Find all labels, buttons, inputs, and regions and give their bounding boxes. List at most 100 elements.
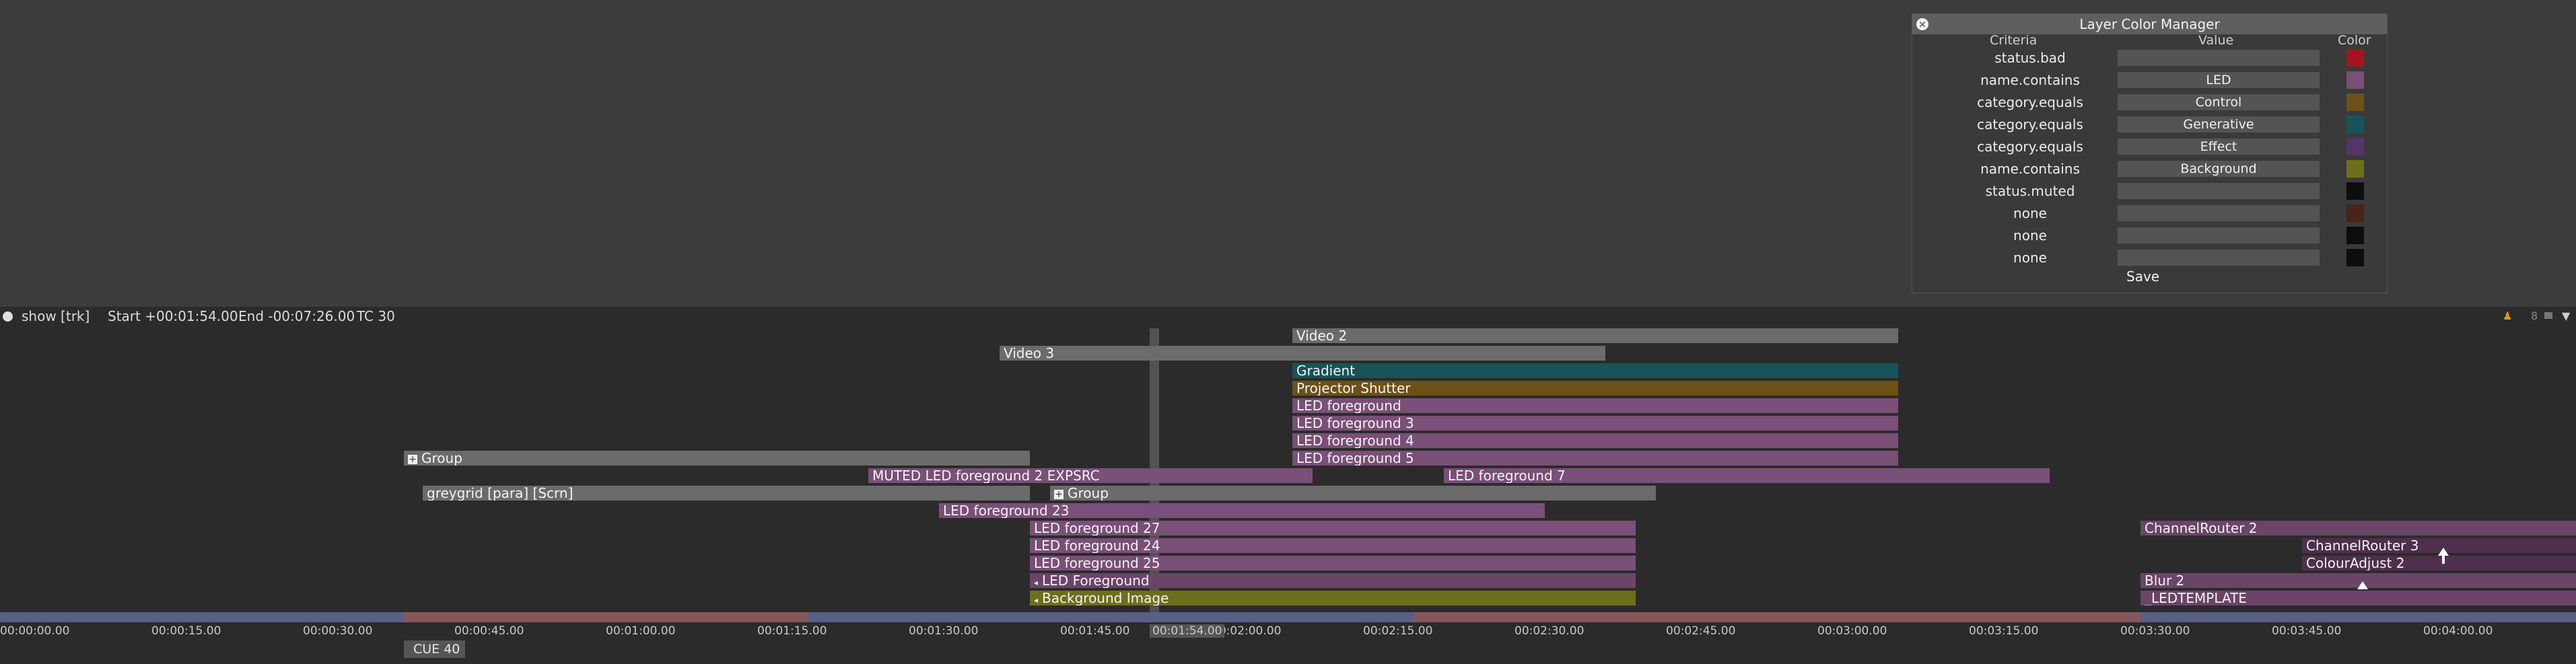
value-field[interactable]: Generative (2118, 116, 2320, 133)
panel-title: Layer Color Manager (1912, 14, 2387, 34)
ruler-tick-label: 00:03:15.00 (1969, 624, 2039, 638)
layer-greygrid[interactable]: greygrid [para] [Scrn] (423, 486, 1030, 501)
layer-group-1[interactable]: + Group (404, 451, 1030, 466)
value-header: Value (2198, 33, 2234, 48)
color-swatch[interactable] (2346, 249, 2364, 266)
color-rule-row: none (1912, 202, 2387, 225)
layer-colouradjust-2[interactable]: ColourAdjust 2 (2302, 556, 2576, 570)
color-rule-row: none (1912, 247, 2387, 269)
criteria-field[interactable]: category.equals (1933, 114, 2128, 136)
ruler-tick-label: 00:03:45.00 (2272, 624, 2342, 638)
expand-icon[interactable]: + (1054, 489, 1064, 499)
color-rule-row: category.equals Control (1912, 91, 2387, 114)
ruler-tick-label: 00:03:30.00 (2120, 624, 2190, 638)
color-swatch[interactable] (2346, 138, 2364, 155)
chevron-left-icon: ◂ (1034, 578, 1039, 587)
value-field[interactable] (2118, 205, 2320, 221)
value-field[interactable]: Control (2118, 94, 2320, 110)
timecode: TC 30 (357, 308, 395, 324)
arrow-up-icon (2357, 581, 2368, 589)
ruler-tick-label: 00:01:30.00 (909, 624, 979, 638)
ruler-band (0, 612, 404, 622)
end-time: End -00:07:26.00 (238, 308, 355, 324)
ruler-tick-label: 00:02:15.00 (1363, 624, 1433, 638)
criteria-field[interactable]: name.contains (1933, 158, 2128, 180)
layer-led-foreground-27[interactable]: LED foreground 27 (1030, 521, 1636, 536)
ruler-tick-label: 00:04:00.00 (2423, 624, 2493, 638)
value-field[interactable]: Effect (2118, 139, 2320, 155)
layer-ledtemplate[interactable]: _LEDTEMPLATE (2140, 591, 2576, 605)
monitor-icon[interactable] (2544, 312, 2552, 319)
criteria-field[interactable]: none (1933, 247, 2128, 269)
layer-channelrouter-2[interactable]: ChannelRouter 2 (2140, 521, 2576, 536)
close-icon[interactable]: × (1916, 18, 1928, 30)
color-swatch[interactable] (2346, 227, 2364, 244)
playhead-time: 00:01:54.00 (1150, 624, 1225, 638)
ruler-tick-label: 00:01:15.00 (757, 624, 827, 638)
layer-led-foreground-23[interactable]: LED foreground 23 (939, 503, 1545, 518)
layer-group-2[interactable]: + Group (1050, 486, 1656, 501)
color-swatch[interactable] (2346, 49, 2364, 67)
layer-projector-shutter[interactable]: Projector Shutter (1292, 381, 1898, 396)
criteria-field[interactable]: none (1933, 225, 2128, 247)
criteria-field[interactable]: status.muted (1933, 180, 2128, 202)
chevron-left-icon: ◂ (1034, 595, 1039, 605)
timeline-area: show [trk] Start +00:01:54.00 End -00:07… (0, 307, 2576, 664)
count-label: 8 (2531, 309, 2538, 322)
value-field[interactable] (2118, 183, 2320, 199)
group-label: Group (421, 451, 462, 466)
ruler-tick-label: 00:02:45.00 (1666, 624, 1736, 638)
cue-marker[interactable]: CUE 40 (404, 640, 466, 658)
layer-video-2[interactable]: Video 2 (1292, 328, 1898, 343)
layer-muted-led-foreground-2[interactable]: MUTED LED foreground 2 EXPSRC (868, 468, 1313, 483)
layer-led-foreground-capital[interactable]: ◂ LED Foreground (1030, 573, 1636, 588)
layer-led-foreground-4[interactable]: LED foreground 4 (1292, 433, 1898, 448)
layer-led-foreground-5[interactable]: LED foreground 5 (1292, 451, 1898, 466)
layer-led-foreground-3[interactable]: LED foreground 3 (1292, 416, 1898, 431)
color-swatch[interactable] (2346, 205, 2364, 222)
value-field[interactable] (2118, 250, 2320, 266)
ruler-tick-label: 00:00:00.00 (0, 624, 70, 638)
user-icon[interactable]: ♟ (2503, 307, 2512, 326)
layer-video-3[interactable]: Video 3 (1000, 346, 1605, 361)
ruler-band (404, 612, 808, 622)
criteria-field[interactable]: name.contains (1933, 69, 2128, 91)
ruler-band (808, 612, 1414, 622)
chevron-down-icon[interactable]: ▼ (2562, 307, 2570, 326)
layer-led-foreground-24[interactable]: LED foreground 24 (1030, 538, 1636, 553)
color-swatch[interactable] (2346, 116, 2364, 133)
criteria-field[interactable]: none (1933, 202, 2128, 225)
value-field[interactable] (2118, 227, 2320, 244)
ruler-band (1414, 612, 2140, 622)
color-swatch[interactable] (2346, 71, 2364, 89)
color-swatch[interactable] (2346, 160, 2364, 178)
criteria-field[interactable]: category.equals (1933, 136, 2128, 158)
value-field[interactable]: Background (2118, 161, 2320, 177)
criteria-field[interactable]: status.bad (1933, 47, 2128, 69)
color-swatch[interactable] (2346, 94, 2364, 111)
show-icon[interactable] (3, 311, 13, 322)
color-rule-row: category.equals Generative (1912, 114, 2387, 136)
ruler-tick-label: 00:03:00.00 (1817, 624, 1887, 638)
save-button[interactable]: Save (2126, 268, 2159, 285)
layer-led-foreground[interactable]: LED foreground (1292, 398, 1898, 413)
layer-background-image[interactable]: ◂ Background Image (1030, 591, 1636, 605)
layer-gradient[interactable]: Gradient (1292, 363, 1898, 378)
color-header: Color (2338, 33, 2371, 48)
show-name[interactable]: show [trk] (22, 307, 90, 326)
layer-led-foreground-7[interactable]: LED foreground 7 (1444, 468, 2050, 483)
ruler-tick-label: 00:00:30.00 (303, 624, 373, 638)
ruler-band (2140, 612, 2576, 622)
ruler-tick-label: 00:00:15.00 (151, 624, 221, 638)
value-field[interactable]: LED (2118, 72, 2320, 88)
start-time: Start +00:01:54.00 (108, 308, 238, 324)
value-field[interactable] (2118, 50, 2320, 66)
ruler-tick-label: 00:01:00.00 (606, 624, 676, 638)
criteria-field[interactable]: category.equals (1933, 91, 2128, 114)
color-rule-row: status.bad (1912, 47, 2387, 69)
group-label: Group (1068, 486, 1109, 501)
expand-icon[interactable]: + (408, 454, 417, 464)
time-ruler[interactable]: 00:00:00.00 00:00:15.00 00:00:30.00 00:00:4… (0, 612, 2576, 640)
color-swatch[interactable] (2346, 182, 2364, 200)
layer-led-foreground-25[interactable]: LED foreground 25 (1030, 556, 1636, 570)
